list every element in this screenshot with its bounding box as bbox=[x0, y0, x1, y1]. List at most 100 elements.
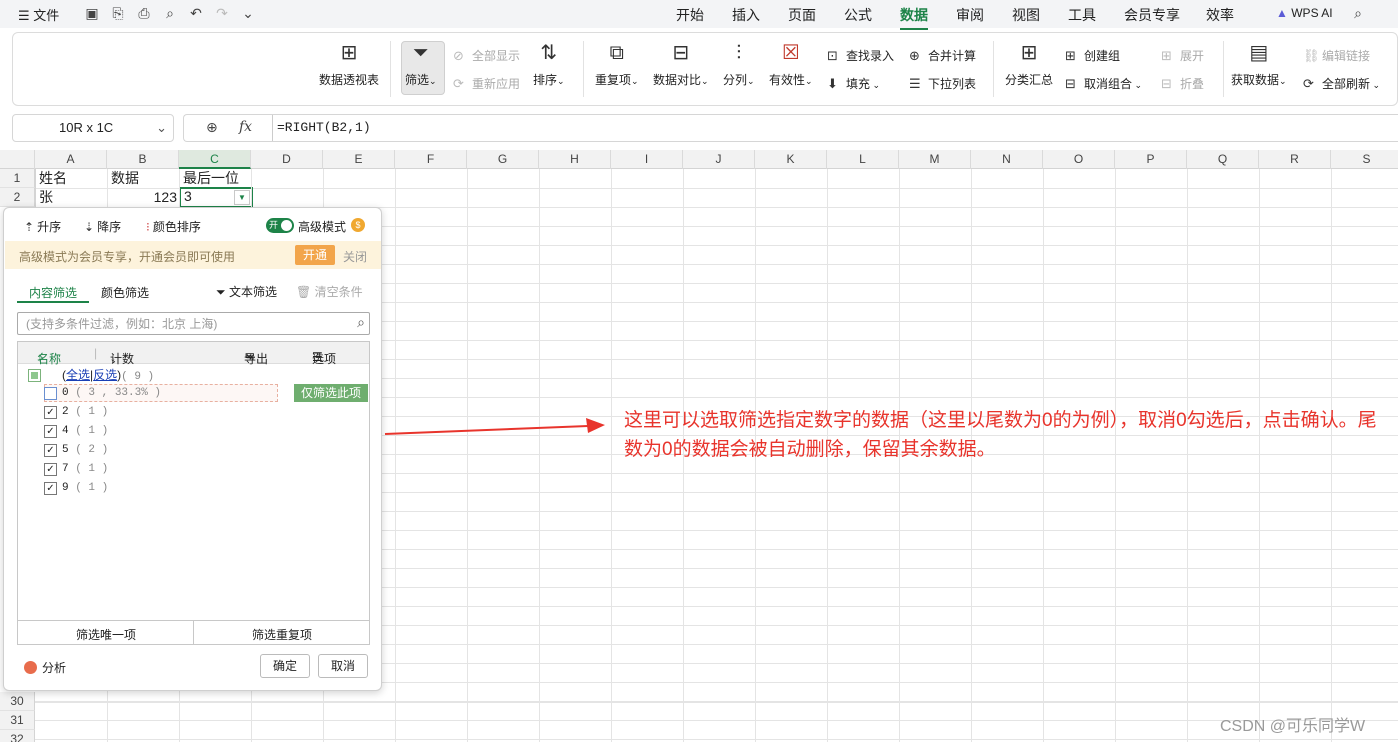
column-header-n[interactable]: N bbox=[971, 150, 1043, 169]
print-preview-icon[interactable]: ⌕ bbox=[162, 5, 178, 21]
close-banner-button[interactable]: 关闭 bbox=[343, 248, 367, 265]
chevron-down-icon[interactable]: ⌄ bbox=[240, 5, 256, 21]
split-column-button[interactable]: ⫶ 分列⌄ bbox=[723, 41, 755, 88]
column-header-q[interactable]: Q bbox=[1187, 150, 1259, 169]
column-header-o[interactable]: O bbox=[1043, 150, 1115, 169]
lookup-entry-button[interactable]: ⊡ 查找录入 bbox=[827, 47, 894, 64]
undo-icon[interactable]: ↶ bbox=[188, 5, 204, 21]
fill-button[interactable]: ⬇ 填充 ⌄ bbox=[827, 75, 880, 92]
list-item[interactable]: 5 ( 2 ) bbox=[62, 441, 108, 459]
export-button[interactable]: ⇥ 导出 ⌄ bbox=[244, 346, 268, 366]
fx-icon[interactable]: fx bbox=[239, 119, 252, 135]
sort-button[interactable]: ⇅ 排序⌄ bbox=[533, 41, 565, 88]
color-sort-button[interactable]: ⁝ 颜色排序 bbox=[146, 218, 201, 235]
search-icon[interactable]: ⌕ bbox=[357, 314, 365, 331]
column-header-i[interactable]: I bbox=[611, 150, 683, 169]
ok-button[interactable]: 确定 bbox=[260, 654, 310, 678]
column-header-m[interactable]: M bbox=[899, 150, 971, 169]
checkbox-value-5[interactable]: ✓ bbox=[44, 444, 57, 457]
column-header-r[interactable]: R bbox=[1259, 150, 1331, 169]
filter-dropdown-button[interactable]: ▼ bbox=[234, 190, 250, 205]
text-filter-button[interactable]: ⏷ 文本筛选 bbox=[216, 283, 277, 300]
export-icon[interactable]: ⎘ bbox=[110, 5, 126, 21]
advanced-mode-toggle[interactable]: 开 bbox=[266, 218, 294, 233]
column-header-e[interactable]: E bbox=[323, 150, 395, 169]
sort-ascending-button[interactable]: ⇡ 升序 bbox=[24, 218, 61, 235]
cell-a2[interactable]: 张 bbox=[36, 188, 56, 207]
list-item[interactable]: 2 ( 1 ) bbox=[62, 403, 108, 421]
search-icon[interactable]: ⌕ bbox=[1350, 5, 1366, 21]
tab-data[interactable]: 数据 bbox=[900, 5, 928, 30]
clear-condition-button[interactable]: 🗑 清空条件 bbox=[296, 283, 363, 300]
row-header[interactable]: 2 bbox=[0, 188, 35, 207]
list-item[interactable]: 4 ( 1 ) bbox=[62, 422, 108, 440]
wps-ai-button[interactable]: ▲ WPS AI bbox=[1276, 6, 1333, 20]
list-item[interactable]: 0 ( 3 , 33.3% ) bbox=[62, 384, 161, 402]
create-group-button[interactable]: ⊞ 创建组 bbox=[1065, 47, 1120, 64]
column-header-s[interactable]: S bbox=[1331, 150, 1398, 169]
pivot-table-button[interactable]: ⊞ 数据透视表 bbox=[319, 41, 379, 88]
expand-button[interactable]: ⊞ 展开 bbox=[1161, 47, 1204, 64]
formula-bar[interactable]: ⊕ fx =RIGHT(B2,1) bbox=[183, 114, 1398, 142]
analysis-button[interactable]: 分析 bbox=[24, 659, 66, 676]
list-item[interactable]: 7 ( 1 ) bbox=[62, 460, 108, 478]
zoom-icon[interactable]: ⊕ bbox=[206, 119, 218, 136]
tab-tools[interactable]: 工具 bbox=[1068, 5, 1096, 25]
column-header-j[interactable]: J bbox=[683, 150, 755, 169]
compare-button[interactable]: ⊟ 数据对比⌄ bbox=[653, 41, 709, 88]
cell-a1[interactable]: 姓名 bbox=[36, 169, 70, 188]
select-all-link[interactable]: 全选 bbox=[66, 368, 90, 382]
tab-page[interactable]: 页面 bbox=[788, 5, 816, 25]
tab-member[interactable]: 会员专享 bbox=[1124, 5, 1180, 25]
sort-descending-button[interactable]: ⇣ 降序 bbox=[84, 218, 121, 235]
tab-review[interactable]: 审阅 bbox=[956, 5, 984, 25]
list-item[interactable]: 9 ( 1 ) bbox=[62, 479, 108, 497]
row-header[interactable]: 31 bbox=[0, 711, 35, 730]
ungroup-button[interactable]: ⊟ 取消组合 ⌄ bbox=[1065, 75, 1142, 92]
tab-content-filter[interactable]: 内容筛选 bbox=[29, 284, 77, 301]
consolidate-button[interactable]: ⊕ 合并计算 bbox=[909, 47, 976, 64]
cell-b1[interactable]: 数据 bbox=[108, 169, 142, 188]
select-all-checkbox[interactable] bbox=[28, 369, 41, 382]
column-header-h[interactable]: H bbox=[539, 150, 611, 169]
tab-home[interactable]: 开始 bbox=[676, 5, 704, 25]
edit-links-button[interactable]: ⛓ 编辑链接 bbox=[1303, 47, 1370, 64]
tab-efficiency[interactable]: 效率 bbox=[1206, 5, 1234, 25]
checkbox-value-7[interactable]: ✓ bbox=[44, 463, 57, 476]
row-header[interactable]: 32 bbox=[0, 730, 35, 742]
column-header-l[interactable]: L bbox=[827, 150, 899, 169]
cell-c1[interactable]: 最后一位 bbox=[180, 169, 242, 188]
dropdown-list-button[interactable]: ☰ 下拉列表 bbox=[909, 75, 976, 92]
row-header[interactable]: 1 bbox=[0, 169, 35, 188]
formula-text[interactable]: =RIGHT(B2,1) bbox=[272, 115, 371, 141]
tab-formula[interactable]: 公式 bbox=[844, 5, 872, 25]
duplicates-button[interactable]: ⧉ 重复项⌄ bbox=[595, 41, 639, 88]
filter-duplicate-button[interactable]: 筛选重复项 bbox=[252, 626, 312, 643]
column-header-c[interactable]: C bbox=[179, 150, 251, 169]
refresh-all-button[interactable]: ⟳ 全部刷新 ⌄ bbox=[1303, 75, 1380, 92]
invert-selection-link[interactable]: 反选 bbox=[93, 368, 117, 382]
print-icon[interactable]: ⎙ bbox=[136, 5, 152, 21]
reapply-button[interactable]: ⟳ 重新应用 bbox=[453, 75, 520, 92]
filter-unique-button[interactable]: 筛选唯一项 bbox=[76, 626, 136, 643]
checkbox-value-9[interactable]: ✓ bbox=[44, 482, 57, 495]
chevron-down-icon[interactable]: ⌄ bbox=[156, 115, 167, 141]
column-header-k[interactable]: K bbox=[755, 150, 827, 169]
open-membership-button[interactable]: 开通 bbox=[295, 245, 335, 265]
cell-b2[interactable]: 123 bbox=[108, 188, 180, 207]
row-header[interactable]: 30 bbox=[0, 692, 35, 711]
subtotal-button[interactable]: ⊞ 分类汇总 bbox=[1005, 41, 1053, 88]
file-menu[interactable]: ☰ 文件 bbox=[18, 5, 59, 24]
column-header-a[interactable]: A bbox=[35, 150, 107, 169]
cancel-button[interactable]: 取消 bbox=[318, 654, 368, 678]
save-icon[interactable]: ▣ bbox=[84, 5, 100, 21]
filter-button[interactable]: ⏷ 筛选⌄ bbox=[405, 41, 437, 88]
column-header-p[interactable]: P bbox=[1115, 150, 1187, 169]
checkbox-value-4[interactable]: ✓ bbox=[44, 425, 57, 438]
column-header-b[interactable]: B bbox=[107, 150, 179, 169]
select-all-corner[interactable] bbox=[0, 150, 35, 169]
collapse-button[interactable]: ⊟ 折叠 bbox=[1161, 75, 1204, 92]
redo-icon[interactable]: ↷ bbox=[214, 5, 230, 21]
get-data-button[interactable]: ▤ 获取数据⌄ bbox=[1231, 41, 1287, 88]
tab-color-filter[interactable]: 颜色筛选 bbox=[101, 284, 149, 301]
